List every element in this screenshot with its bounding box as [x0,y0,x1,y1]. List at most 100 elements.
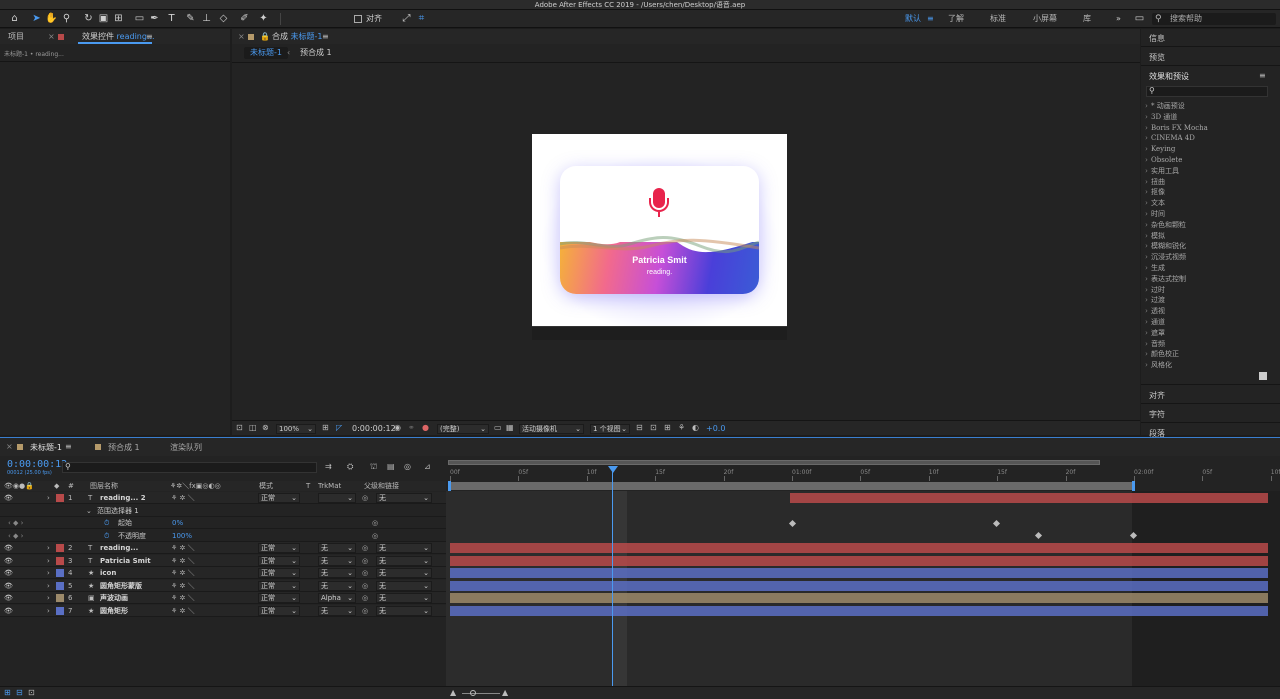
effects-category-item[interactable]: › 扭曲 [1145,177,1165,188]
type-tool-icon[interactable]: T [165,12,178,25]
layer-row[interactable]: 👁 › 4 ★ icon ⚘ ✲ ＼ 正常 ⌄ 无 ⌄ ◎ 无 ⌄ [0,567,446,579]
workspace-default[interactable]: 默认 [905,13,921,25]
pick-whip-icon[interactable]: ◎ [362,592,368,604]
parent-dropdown[interactable]: 无 ⌄ [376,493,432,503]
effects-category-item[interactable]: › 音频 [1145,339,1165,350]
chevron-right-icon[interactable]: › [47,492,50,504]
work-area-bar[interactable] [448,482,1134,490]
snap-options-icon[interactable]: ⌗ [415,12,428,25]
tab-comp-1[interactable]: 未标题-1 [30,442,62,453]
chevron-down-icon[interactable]: ⌄ [86,505,92,517]
layer-property-row[interactable]: ‹ ◆ › ⏱ 不透明度 100% ◎ [0,529,446,542]
zoom-in-icon[interactable]: ▲ [502,688,508,697]
close-icon[interactable]: × [6,442,13,451]
effects-presets-title[interactable]: 效果和预设 [1149,71,1189,82]
parent-dropdown[interactable]: 无 ⌄ [376,555,432,566]
time-ruler[interactable]: 00f 05f 10f 15f 20f 01:00f 05f 10f 15f 20f 02:00f 0… [446,459,1280,491]
eye-icon[interactable]: 👁 [4,555,13,567]
layer-switches-icon[interactable]: ⚘ ✲ ＼ [171,542,195,554]
pick-whip-icon[interactable]: ◎ [362,492,368,504]
lock-icon[interactable]: 🔒 [260,29,270,44]
parent-dropdown[interactable]: 无 ⌄ [376,580,432,591]
effects-category-item[interactable]: › 风格化 [1145,360,1172,371]
mask-visibility-icon[interactable]: ◸ [336,423,342,432]
layer-name[interactable]: 圆角矩形蒙版 [100,580,142,592]
layer-switches-icon[interactable]: ⚘ ✲ ＼ [171,567,195,579]
pick-whip-icon[interactable]: ◎ [372,530,378,542]
layer-row[interactable]: 👁 › 1 Treading... 2 ⚘ ✲ ＼ 正常 ⌄ ⌄ ◎ 无 ⌄ [0,492,446,504]
flowchart-icon[interactable]: ⚘ [678,423,685,432]
pen-tool-icon[interactable]: ✒ [148,12,161,25]
label-color-swatch[interactable] [56,569,64,577]
region-icon[interactable]: ◫ [249,423,257,432]
close-icon[interactable]: × [238,29,245,44]
exposure-reset-icon[interactable]: ◐ [692,423,699,432]
eye-icon[interactable]: 👁 [4,580,13,592]
align-checkbox[interactable] [354,15,362,23]
new-folder-icon[interactable] [1259,372,1267,380]
property-value[interactable]: 100% [172,530,192,542]
blend-mode-dropdown[interactable]: 正常 ⌄ [258,555,300,566]
blend-mode-dropdown[interactable]: 正常 ⌄ [258,568,300,578]
effects-category-item[interactable]: › * 动画预设 [1145,101,1185,112]
pick-whip-icon[interactable]: ◎ [362,542,368,554]
eye-icon[interactable]: 👁 [4,592,13,604]
trkmat-dropdown[interactable]: ⌄ [318,493,356,503]
eraser-tool-icon[interactable]: ◇ [217,12,230,25]
resolution-dropdown[interactable]: (完整) ⌄ [437,424,489,434]
roto-brush-tool-icon[interactable]: ✐ [238,12,251,25]
property-value[interactable]: 0% [172,517,183,529]
snapshot-icon[interactable]: ◉ [394,423,401,432]
effects-category-item[interactable]: › 表达式控制 [1145,274,1186,285]
effects-category-item[interactable]: › 沉浸式视频 [1145,252,1186,263]
layer-row[interactable]: 👁 › 3 T Patricia Smit ⚘ ✲ ＼ 正常 ⌄ 无 ⌄ ◎ 无 ⌄ [0,554,446,567]
blend-mode-dropdown[interactable]: 正常 ⌄ [258,593,300,603]
label-color-swatch[interactable] [56,606,64,615]
always-preview-icon[interactable]: ⊡ [236,423,243,432]
layer-switches-icon[interactable]: ⚘ ✲ ＼ [171,555,195,567]
motion-blur-icon[interactable]: ◎ [404,462,411,471]
trkmat-dropdown[interactable]: 无 ⌄ [318,555,356,566]
screen-mode-icon[interactable]: ▭ [1133,12,1146,25]
frame-blending-icon[interactable]: ▤ [387,462,395,471]
help-search-box[interactable]: ⚲ 搜索帮助 [1152,13,1276,25]
layer-duration-bar[interactable] [450,543,1268,553]
layer-property-row[interactable]: ‹ ◆ › ⏱ 起始 0% ◎ [0,517,446,529]
more-workspaces-icon[interactable]: » [1116,13,1121,25]
channel-icon[interactable]: ● [422,423,429,432]
chevron-right-icon[interactable]: › [47,567,50,579]
zoom-tool-icon[interactable]: ⚲ [60,12,73,25]
parent-dropdown[interactable]: 无 ⌄ [376,543,432,553]
tab-precomp-1[interactable]: 预合成 1 [108,442,140,453]
work-area-navigator[interactable] [448,460,1100,465]
breadcrumb-precomp[interactable]: 预合成 1 [300,47,332,59]
label-color-swatch[interactable] [56,494,64,502]
composition-canvas[interactable]: Patricia Smit reading. [532,134,787,326]
close-icon[interactable]: × [48,29,55,44]
panel-menu-icon[interactable]: ≡ [1259,71,1266,80]
eye-icon[interactable]: 👁 [4,542,13,554]
workspace-libraries[interactable]: 库 [1083,13,1091,25]
timeline-zoom-slider[interactable] [462,693,500,694]
panel-menu-icon[interactable]: ≡ [65,442,72,451]
camera-dropdown[interactable]: 活动摄像机 ⌄ [519,424,584,434]
effects-category-item[interactable]: › 通道 [1145,317,1165,328]
brush-tool-icon[interactable]: ✎ [184,12,197,25]
layer-duration-bar[interactable] [450,568,1268,578]
layer-name[interactable]: Patricia Smit [100,555,151,567]
chevron-right-icon[interactable]: › [47,542,50,554]
roi-icon[interactable]: ▭ [494,423,502,432]
effects-search-input[interactable]: ⚲ [1146,86,1268,97]
effects-category-item[interactable]: › 模糊和锐化 [1145,241,1186,252]
effects-category-item[interactable]: › CINEMA 4D [1145,133,1195,144]
tab-render-queue[interactable]: 渲染队列 [170,442,202,453]
layer-row[interactable]: 👁 › 7 ★ 圆角矩形 ⚘ ✲ ＼ 正常 ⌄ 无 ⌄ ◎ 无 ⌄ [0,604,446,617]
timeline-timecode[interactable]: 0:00:00:12 [7,459,67,470]
expand-modes-icon[interactable]: ⊟ [16,688,23,697]
layer-duration-bar[interactable] [450,555,1268,566]
effects-category-item[interactable]: › 过渡 [1145,295,1165,306]
effects-category-item[interactable]: › Boris FX Mocha [1145,123,1208,134]
keyframe-nav-icon[interactable]: ‹ ◆ › [8,517,23,529]
parent-dropdown[interactable]: 无 ⌄ [376,568,432,578]
timeline-icon[interactable]: ⊞ [664,423,671,432]
